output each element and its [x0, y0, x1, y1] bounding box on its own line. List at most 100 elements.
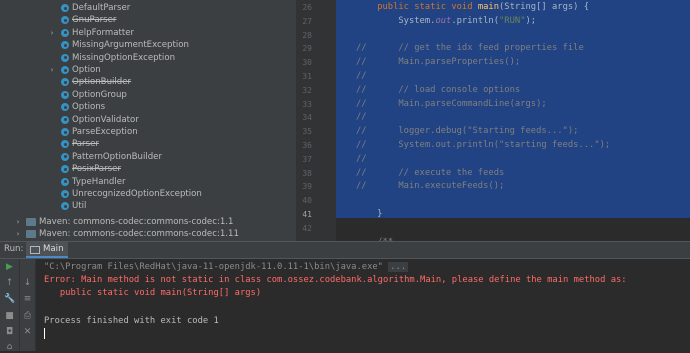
tab-main[interactable]: Main: [26, 242, 68, 258]
line-number[interactable]: 30: [282, 56, 312, 70]
tree-item-label: MissingArgumentException: [72, 40, 189, 51]
line-number[interactable]: 38: [282, 167, 312, 181]
command-ellipsis[interactable]: ...: [388, 262, 409, 272]
line-number[interactable]: 27: [282, 15, 312, 29]
line-number[interactable]: 37: [282, 153, 312, 167]
rerun-icon[interactable]: ▶: [4, 262, 15, 273]
tab-main-label: Main: [43, 244, 64, 254]
line-number[interactable]: 26: [282, 1, 312, 15]
code-line[interactable]: // Main.parseCommandLine(args);: [356, 98, 547, 112]
tree-item-label: Util: [72, 201, 87, 212]
run-side-toolbar: ▶ ↑ 🔧 ■ ◘ ⌂: [0, 259, 20, 353]
library-icon: [26, 230, 36, 239]
class-icon: [61, 190, 69, 198]
maven-library-label: Maven: commons-codec:commons-codec:1.1: [39, 216, 234, 227]
down-arrow-icon[interactable]: ↓: [22, 278, 33, 289]
tree-item[interactable]: Util: [0, 200, 296, 212]
tree-item-label: DefaultParser: [72, 3, 131, 13]
editor-gutter: 26 27 28 29 30 31 32 33 34 35 36 37 38 39 40 41 42: [296, 0, 336, 241]
print-icon[interactable]: ⎙: [22, 311, 33, 322]
line-number[interactable]: 41: [282, 208, 312, 222]
run-label: Run:: [4, 244, 24, 254]
class-icon: [61, 90, 69, 99]
tree-item-label: OptionBuilder: [72, 77, 132, 88]
tree-item[interactable]: › HelpFormatter: [0, 27, 296, 39]
code-line[interactable]: // logger.debug("Starting feeds...");: [356, 125, 578, 139]
line-number[interactable]: 33: [282, 98, 312, 112]
line-number[interactable]: 35: [282, 125, 312, 139]
tree-item[interactable]: OptionBuilder: [0, 76, 296, 88]
line-number[interactable]: 28: [282, 29, 312, 43]
class-icon: [61, 53, 69, 62]
code-line[interactable]: // Main.executeFeeds();: [356, 180, 504, 194]
tree-item-label: OptionGroup: [72, 89, 127, 100]
tree-item-label: OptionValidator: [72, 114, 139, 125]
class-icon: [61, 16, 69, 25]
class-icon: [61, 177, 69, 186]
code-line[interactable]: // // get the idx feed properties file: [356, 42, 584, 56]
maven-library-label: Maven: commons-codec:commons-codec:1.11: [39, 229, 239, 240]
tree-item-label: ParseException: [72, 127, 138, 137]
tree-item-label: Option: [72, 65, 101, 75]
tree-item[interactable]: TypeHandler: [0, 176, 296, 188]
tree-item[interactable]: OptionGroup: [0, 89, 296, 101]
expand-arrow-icon[interactable]: ›: [48, 64, 56, 76]
trash-icon[interactable]: ✕: [22, 327, 33, 338]
console-output[interactable]: "C:\Program Files\RedHat\java-11-openjdk…: [36, 259, 690, 351]
tree-item[interactable]: MissingOptionException: [0, 52, 296, 64]
code-editor[interactable]: public static void main(String[] args) {…: [336, 0, 690, 241]
code-line[interactable]: }: [356, 208, 382, 222]
tree-item-label: Parser: [72, 139, 99, 150]
class-icon: [61, 202, 69, 211]
tree-item-label: UnrecognizedOptionException: [72, 189, 202, 199]
up-arrow-icon[interactable]: ↑: [4, 278, 15, 289]
class-icon: [61, 41, 69, 50]
line-number[interactable]: 32: [282, 84, 312, 98]
class-icon: [61, 115, 69, 124]
tree-item-label: HelpFormatter: [72, 27, 135, 38]
code-line[interactable]: // System.out.println("starting feeds...…: [356, 139, 610, 153]
wrench-icon[interactable]: 🔧: [4, 294, 15, 305]
line-number[interactable]: 42: [282, 222, 312, 236]
code-line[interactable]: // Main.parseProperties();: [356, 56, 520, 70]
maven-library-item[interactable]: › Maven: commons-codec:commons-codec:1.11: [0, 228, 296, 240]
tree-item[interactable]: Parser: [0, 138, 296, 150]
tree-item-label: PosixParser: [72, 164, 121, 175]
code-line[interactable]: //: [356, 70, 367, 84]
code-line[interactable]: System.out.println("RUN");: [356, 15, 536, 29]
code-line[interactable]: //: [356, 111, 367, 125]
code-line[interactable]: // // execute the feeds: [356, 167, 504, 181]
tree-item[interactable]: OptionValidator: [0, 114, 296, 126]
line-number[interactable]: 31: [282, 70, 312, 84]
camera-icon[interactable]: ◘: [4, 327, 15, 338]
tree-item[interactable]: PosixParser: [0, 163, 296, 175]
expand-arrow-icon[interactable]: ›: [14, 228, 22, 240]
expand-arrow-icon[interactable]: ›: [14, 216, 22, 228]
tree-item[interactable]: MissingArgumentException: [0, 39, 296, 51]
tree-item[interactable]: GnuParser: [0, 14, 296, 26]
code-line[interactable]: // // load console options: [356, 84, 520, 98]
run-side-toolbar-secondary: ↓ ≡ ⎙ ✕: [20, 259, 36, 351]
tree-item[interactable]: ParseException: [0, 126, 296, 138]
line-number[interactable]: 34: [282, 111, 312, 125]
line-number[interactable]: 39: [282, 180, 312, 194]
stop-icon[interactable]: ■: [4, 311, 15, 322]
tree-item[interactable]: UnrecognizedOptionException: [0, 188, 296, 200]
tree-item[interactable]: PatternOptionBuilder: [0, 151, 296, 163]
console-tab-icon: [30, 246, 40, 254]
soft-wrap-icon[interactable]: ≡: [22, 294, 33, 305]
class-icon: [61, 103, 69, 112]
console-exit-line: Process finished with exit code 1: [44, 316, 219, 326]
tree-item[interactable]: DefaultParser: [0, 2, 296, 14]
tree-item-label: GnuParser: [72, 15, 117, 26]
line-number[interactable]: 40: [282, 194, 312, 208]
expand-arrow-icon[interactable]: ›: [48, 27, 56, 39]
code-line[interactable]: public static void main(String[] args) {: [356, 1, 589, 15]
pin-icon[interactable]: ⌂: [4, 342, 15, 353]
tree-item[interactable]: Options: [0, 101, 296, 113]
code-line[interactable]: //: [356, 153, 367, 167]
line-number[interactable]: 29: [282, 42, 312, 56]
line-number[interactable]: 36: [282, 139, 312, 153]
tree-item[interactable]: › Option: [0, 64, 296, 76]
maven-library-item[interactable]: › Maven: commons-codec:commons-codec:1.1: [0, 216, 296, 228]
